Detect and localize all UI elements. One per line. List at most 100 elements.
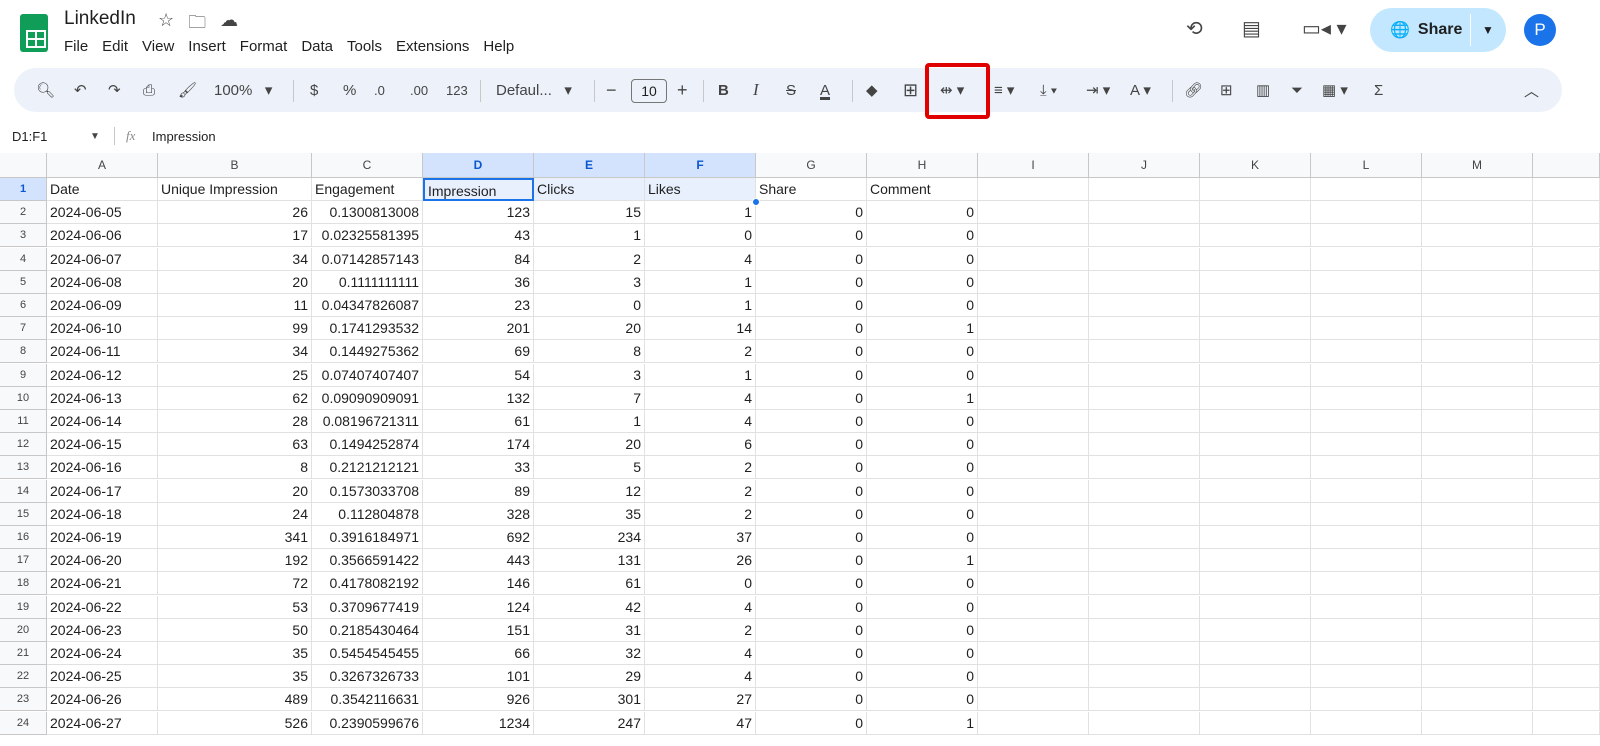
selection-fill-handle[interactable] (752, 198, 760, 206)
data-cell[interactable] (978, 363, 1089, 387)
column-header-h[interactable]: H (867, 153, 978, 178)
data-cell[interactable]: 2024-06-21 (47, 572, 158, 596)
data-cell[interactable]: 0 (867, 618, 978, 642)
row-header[interactable]: 12 (0, 433, 47, 457)
data-cell[interactable]: 3 (534, 363, 645, 387)
data-cell[interactable]: 201 (423, 317, 534, 341)
data-cell[interactable]: 54 (423, 363, 534, 387)
data-cell[interactable]: 0.3566591422 (312, 549, 423, 573)
row-header[interactable]: 6 (0, 294, 47, 317)
data-cell[interactable]: 84 (423, 247, 534, 271)
strikethrough-icon[interactable]: S (786, 68, 796, 112)
header-cell[interactable]: Comment (867, 178, 978, 201)
data-cell[interactable]: 33 (423, 456, 534, 480)
data-cell[interactable] (1200, 456, 1311, 480)
more-formats-button[interactable]: 123 (446, 68, 468, 112)
data-cell[interactable]: 2 (645, 502, 756, 526)
fill-color-icon[interactable]: ◆ (866, 68, 878, 112)
data-cell[interactable]: 4 (645, 595, 756, 619)
row-header[interactable]: 13 (0, 456, 47, 480)
data-cell[interactable]: 0 (756, 572, 867, 596)
data-cell[interactable]: 489 (158, 688, 312, 712)
data-cell[interactable]: 2024-06-08 (47, 270, 158, 294)
functions-icon[interactable]: Σ (1374, 68, 1383, 112)
data-cell[interactable]: 2024-06-22 (47, 595, 158, 619)
data-cell[interactable] (1311, 363, 1422, 387)
data-cell[interactable]: 0 (867, 433, 978, 457)
data-cell[interactable]: 28 (158, 410, 312, 433)
print-icon[interactable]: ⎙ (143, 68, 155, 112)
sheets-logo[interactable] (20, 14, 48, 52)
data-cell[interactable]: 35 (534, 502, 645, 526)
data-cell[interactable] (1200, 294, 1311, 317)
data-cell[interactable] (1089, 433, 1200, 457)
data-cell[interactable]: 62 (158, 386, 312, 410)
data-cell[interactable]: 63 (158, 433, 312, 457)
data-cell[interactable]: 0 (867, 294, 978, 317)
italic-button[interactable]: I (753, 68, 759, 112)
data-cell[interactable]: 43 (423, 224, 534, 248)
menu-format[interactable]: Format (240, 38, 288, 55)
font-select[interactable]: Defaul... ▾ (496, 68, 572, 112)
data-cell[interactable] (1200, 549, 1311, 573)
data-cell[interactable] (1311, 688, 1422, 712)
data-cell[interactable]: 34 (158, 247, 312, 271)
data-cell[interactable] (1422, 224, 1533, 248)
data-cell[interactable]: 0.08196721311 (312, 410, 423, 433)
data-cell[interactable]: 0.07142857143 (312, 247, 423, 271)
data-cell[interactable]: 0 (756, 433, 867, 457)
data-cell[interactable] (1089, 688, 1200, 712)
data-cell[interactable] (1089, 410, 1200, 433)
data-cell[interactable]: 328 (423, 502, 534, 526)
data-cell[interactable]: 8 (534, 340, 645, 364)
row-header[interactable]: 7 (0, 317, 47, 341)
header-cell[interactable]: Clicks (534, 178, 645, 201)
data-cell[interactable] (978, 386, 1089, 410)
data-cell[interactable]: 124 (423, 595, 534, 619)
redo-icon[interactable]: ↷ (108, 68, 121, 112)
document-title[interactable]: LinkedIn (64, 8, 136, 30)
data-cell[interactable] (978, 294, 1089, 317)
data-cell[interactable] (1311, 340, 1422, 364)
data-cell[interactable]: 0.1111111111 (312, 270, 423, 294)
data-cell[interactable]: 0.3709677419 (312, 595, 423, 619)
data-cell[interactable]: 1 (645, 270, 756, 294)
row-header[interactable]: 4 (0, 247, 47, 271)
data-cell[interactable]: 53 (158, 595, 312, 619)
data-cell[interactable]: 61 (534, 572, 645, 596)
data-cell[interactable] (978, 224, 1089, 248)
data-cell[interactable] (1311, 595, 1422, 619)
data-cell[interactable] (978, 456, 1089, 480)
data-cell[interactable]: 1 (867, 317, 978, 341)
row-header[interactable]: 2 (0, 201, 47, 225)
data-cell[interactable] (1200, 572, 1311, 596)
insert-chart-icon[interactable]: ▥ (1256, 68, 1270, 112)
data-cell[interactable]: 0.09090909091 (312, 386, 423, 410)
column-header-l[interactable]: L (1311, 153, 1422, 178)
header-cell[interactable]: Engagement (312, 178, 423, 201)
row-header[interactable]: 5 (0, 270, 47, 294)
text-wrapping-icon[interactable]: ⇥ ▾ (1086, 68, 1110, 112)
data-cell[interactable]: 2024-06-25 (47, 665, 158, 689)
data-cell[interactable]: 2 (645, 618, 756, 642)
data-cell[interactable] (1422, 456, 1533, 480)
data-cell[interactable]: 2024-06-26 (47, 688, 158, 712)
data-cell[interactable] (1311, 224, 1422, 248)
data-cell[interactable]: 27 (645, 688, 756, 712)
data-cell[interactable] (1200, 502, 1311, 526)
data-cell[interactable] (1200, 201, 1311, 225)
data-cell[interactable]: 0 (867, 201, 978, 225)
data-cell[interactable]: 0 (756, 386, 867, 410)
data-cell[interactable] (1422, 711, 1533, 735)
data-cell[interactable] (1200, 618, 1311, 642)
menu-insert[interactable]: Insert (188, 38, 226, 55)
data-cell[interactable] (978, 595, 1089, 619)
data-cell[interactable]: 15 (534, 201, 645, 225)
data-cell[interactable] (1089, 502, 1200, 526)
data-cell[interactable] (1422, 270, 1533, 294)
borders-icon[interactable]: ⊞ (903, 68, 918, 112)
data-cell[interactable]: 2024-06-19 (47, 526, 158, 549)
insert-link-icon[interactable]: 🔗︎ (1184, 68, 1203, 112)
data-cell[interactable]: 0 (756, 618, 867, 642)
menu-extensions[interactable]: Extensions (396, 38, 469, 55)
